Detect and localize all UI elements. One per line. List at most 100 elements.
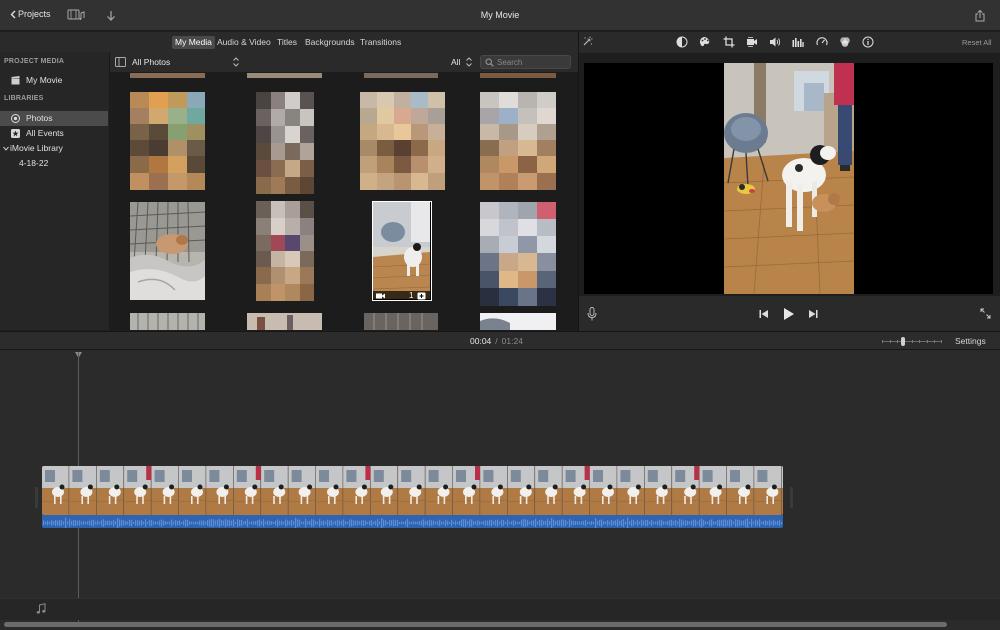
fullscreen-icon[interactable] [980,308,991,319]
crop-icon[interactable] [723,36,735,48]
info-icon[interactable] [862,36,874,48]
filter-selector[interactable]: All [451,57,460,67]
tab-backgrounds[interactable]: Backgrounds [302,36,358,49]
waveform-bar [759,519,761,527]
media-thumbnail[interactable] [480,202,556,306]
pane-divider[interactable] [578,32,579,331]
reset-all-button[interactable]: Reset All [962,38,992,47]
skip-back-icon[interactable] [759,309,769,319]
waveform-bar [359,521,361,525]
media-thumbnail[interactable] [360,92,445,190]
waveform-bar [709,520,711,526]
waveform-bar [361,520,363,526]
media-thumbnail[interactable] [130,92,205,190]
media-browser-icon[interactable] [67,9,85,21]
projects-back-button[interactable]: Projects [10,9,51,19]
equalizer-icon[interactable] [792,36,804,48]
waveform-bar [215,520,217,526]
media-thumbnail[interactable] [130,313,205,330]
waveform-bar [333,521,335,525]
filmstrip-frame [562,466,591,515]
waveform-bar [511,521,513,525]
waveform-bar [197,521,199,525]
waveform-bar [599,520,601,526]
microphone-icon[interactable] [587,307,597,321]
sidebar-item-photos[interactable]: Photos [0,111,108,126]
waveform-bar [137,520,139,526]
tab-my-media[interactable]: My Media [172,36,215,49]
add-clip-icon[interactable] [417,292,426,300]
sidebar-item-event[interactable]: 4-18-22 [0,156,108,171]
up-down-chevron-icon[interactable] [465,56,473,68]
waveform-bar [185,519,187,527]
color-balance-icon[interactable] [676,36,688,48]
media-thumbnail[interactable] [364,73,438,78]
viewer-toolbar: Reset All [579,32,1000,53]
timeline-settings-button[interactable]: Settings [955,336,986,346]
media-thumbnail[interactable] [480,73,556,78]
zoom-slider[interactable] [881,337,943,346]
media-thumbnail[interactable] [247,73,322,78]
sidebar-toggle-icon[interactable] [115,57,126,67]
speed-icon[interactable] [816,36,828,48]
media-thumbnail[interactable] [364,313,438,330]
filmstrip-frame [233,466,262,515]
waveform-bar [319,519,321,527]
waveform-bar [521,519,523,527]
waveform-bar [389,520,391,526]
waveform-bar [269,520,271,526]
tab-titles[interactable]: Titles [274,36,300,49]
waveform-bar [141,520,143,526]
waveform-bar [157,521,159,525]
skip-forward-icon[interactable] [808,309,818,319]
sidebar-item-all-events[interactable]: All Events [0,126,108,141]
waveform-bar [201,520,203,526]
media-thumbnail[interactable] [130,73,205,78]
media-thumbnail[interactable] [130,202,205,300]
waveform-bar [655,521,657,525]
star-icon [11,129,20,138]
tab-transitions[interactable]: Transitions [357,36,404,49]
audio-waveform[interactable] [42,515,783,528]
share-icon[interactable] [974,9,986,23]
tab-audio-video[interactable]: Audio & Video [214,36,274,49]
filter-icon[interactable] [839,36,851,48]
waveform-bar [377,519,379,527]
search-input[interactable] [497,56,569,68]
waveform-bar [437,520,439,526]
pixelated-photo [360,92,445,190]
sidebar-item-imovie-library[interactable]: iMovie Library [0,141,108,156]
selected-video-thumbnail[interactable]: 1 [372,201,432,301]
media-thumbnail[interactable] [256,92,314,194]
waveform-bar [595,517,597,528]
waveform-bar [255,521,257,525]
video-clip[interactable] [42,466,783,515]
sidebar-item-my-movie[interactable]: My Movie [0,73,108,88]
music-track[interactable] [0,598,1000,620]
clip-trim-handle-left[interactable] [35,487,38,508]
media-thumbnail[interactable] [480,313,556,330]
waveform-bar [641,519,643,527]
source-selector[interactable]: All Photos [132,57,170,67]
color-correction-icon[interactable] [699,36,711,48]
waveform-bar [763,521,765,525]
media-thumbnail[interactable] [247,313,322,330]
waveform-bar [643,520,645,526]
stabilization-icon[interactable] [746,36,758,48]
waveform-bar [267,520,269,526]
media-thumbnail[interactable] [480,92,556,190]
filmstrip-frame [452,466,481,515]
timeline-scrollbar[interactable] [4,622,947,627]
waveform-bar [283,521,285,525]
sidebar-item-label: 4-18-22 [19,158,49,168]
clip-trim-handle-right[interactable] [790,487,793,508]
waveform-bar [671,519,673,527]
waveform-bar [701,518,703,528]
media-thumbnail[interactable] [256,201,314,301]
filmstrip-frame [617,466,645,515]
up-down-chevron-icon[interactable] [232,56,240,68]
import-icon[interactable] [106,9,116,23]
magic-wand-icon[interactable] [581,36,593,48]
play-icon[interactable] [783,307,795,321]
volume-icon[interactable] [769,36,781,48]
